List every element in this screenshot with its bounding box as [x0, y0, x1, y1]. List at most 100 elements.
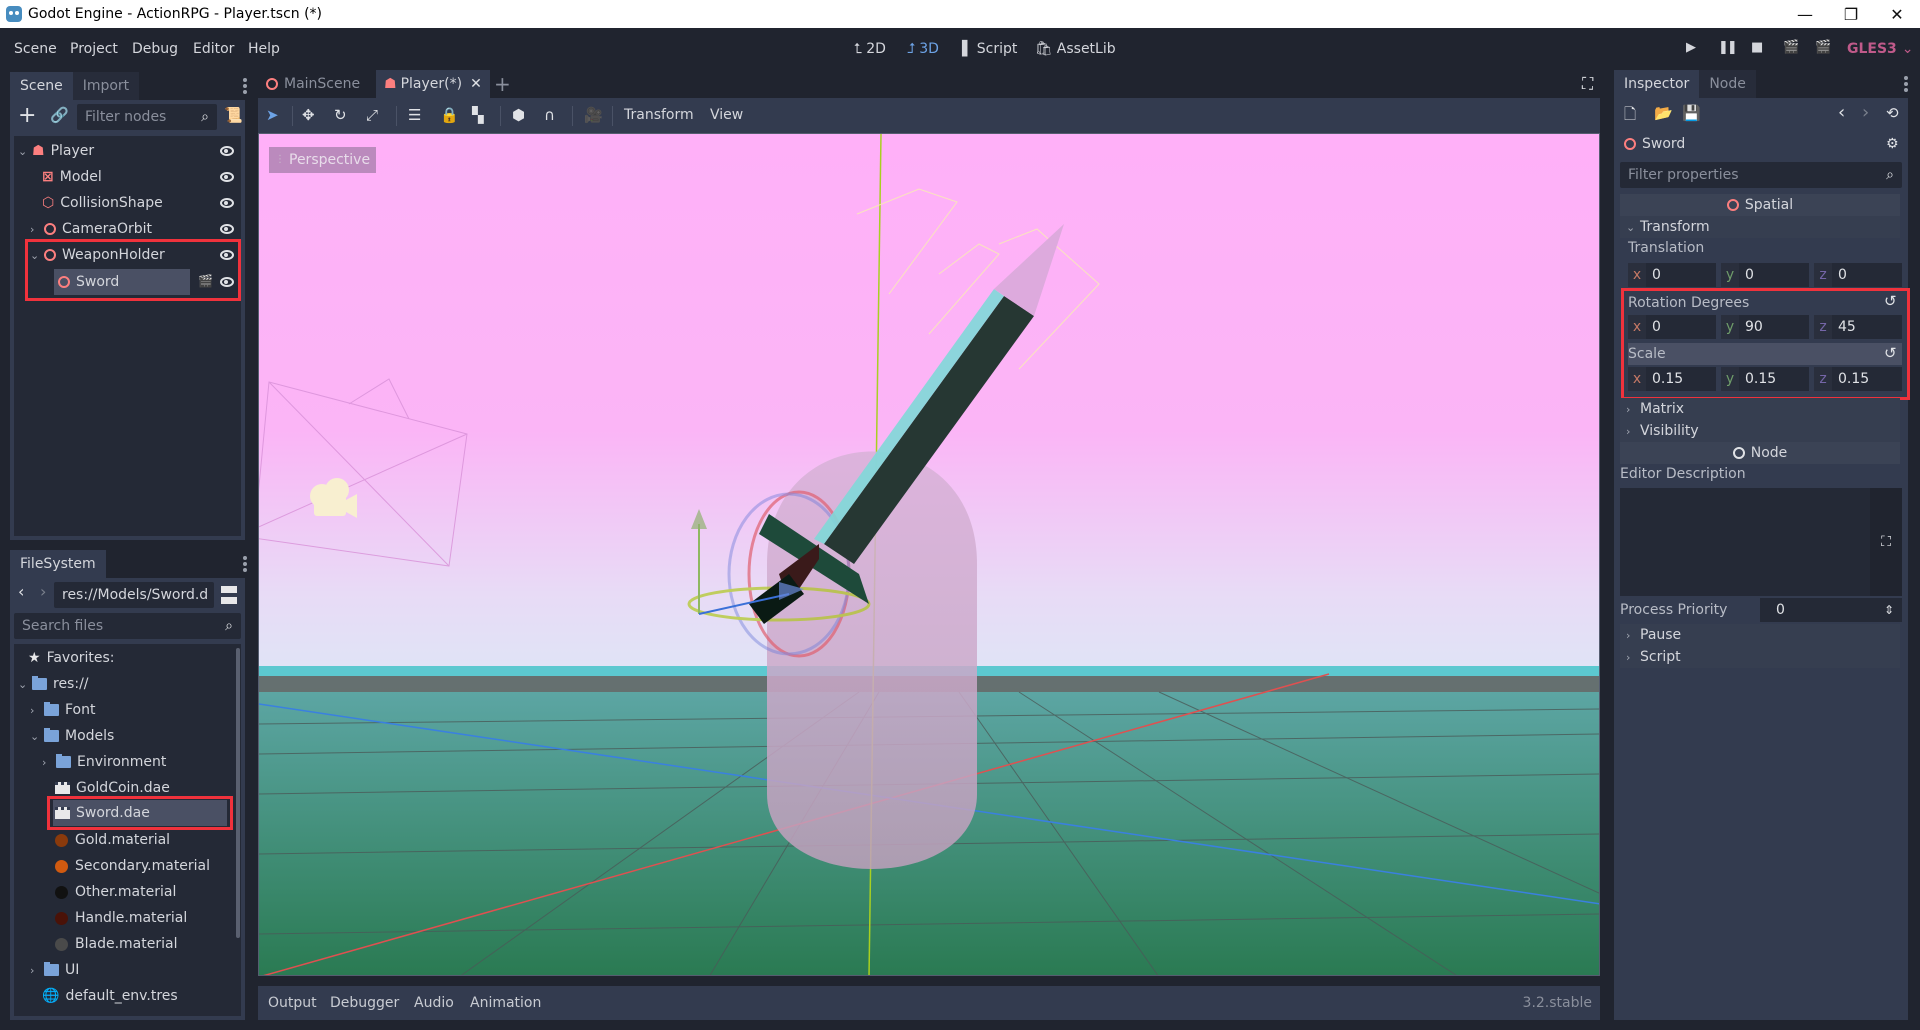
camera-preview-icon[interactable]: 🎥 — [584, 106, 603, 124]
file-item[interactable]: Blade.material — [55, 931, 177, 957]
list-select-icon[interactable]: ☰ — [408, 106, 421, 124]
dock-menu-icon[interactable] — [1904, 76, 1908, 92]
file-item-selected[interactable]: Sword.dae — [53, 800, 227, 826]
close-tab-icon[interactable]: ✕ — [470, 76, 482, 92]
new-resource-icon[interactable]: 🗋 — [1624, 104, 1636, 129]
history-back-icon[interactable]: ‹ — [1838, 102, 1845, 123]
add-node-icon[interactable]: + — [18, 103, 36, 128]
tab-scene[interactable]: Scene — [10, 72, 73, 100]
scale-y-field[interactable]: y 0.15 — [1721, 367, 1809, 391]
scale-tool-icon[interactable]: ⤢ — [366, 106, 378, 124]
close-window-button[interactable]: ✕ — [1874, 0, 1920, 28]
rotation-x-field[interactable]: x0 — [1628, 315, 1716, 339]
tab-animation[interactable]: Animation — [470, 995, 541, 1011]
menu-debug[interactable]: Debug — [132, 41, 178, 57]
3d-viewport[interactable]: ⋮ Perspective — [258, 133, 1600, 976]
back-icon[interactable]: ‹ — [18, 582, 24, 601]
move-tool-icon[interactable]: ✥ — [302, 106, 315, 124]
visibility-eye-icon[interactable] — [220, 250, 234, 260]
save-icon[interactable]: 💾 — [1682, 104, 1701, 122]
scale-z-field[interactable]: z 0.15 — [1814, 367, 1902, 391]
tab-mainscene[interactable]: MainScene — [258, 70, 368, 98]
menu-help[interactable]: Help — [248, 41, 280, 57]
tree-item-sword[interactable]: Sword — [54, 269, 190, 295]
forward-icon[interactable]: › — [40, 582, 46, 601]
split-view-icon[interactable] — [221, 586, 237, 604]
editor-description-textarea[interactable] — [1620, 488, 1870, 596]
chevron-down-icon[interactable]: ⌄ — [30, 249, 42, 262]
tree-item-collisionshape[interactable]: ⬡ CollisionShape — [42, 190, 163, 216]
visibility-eye-icon[interactable] — [220, 146, 234, 156]
pause-section[interactable]: › Pause — [1620, 624, 1900, 646]
matrix-section[interactable]: › Matrix — [1620, 398, 1900, 420]
tab-player[interactable]: ☗ Player(*) ✕ — [376, 70, 490, 98]
add-tab-icon[interactable]: + — [494, 72, 511, 96]
select-tool-icon[interactable]: ➤ — [266, 106, 279, 124]
chevron-right-icon[interactable]: › — [30, 223, 42, 236]
mode-2d-button[interactable]: ⮤ 2D — [854, 41, 886, 57]
lock-icon[interactable]: 🔒 — [440, 106, 459, 124]
file-item[interactable]: › Environment — [42, 749, 166, 775]
file-item[interactable]: Secondary.material — [55, 853, 210, 879]
mode-3d-button[interactable]: ⮥ 3D — [907, 41, 939, 57]
tab-output[interactable]: Output — [268, 995, 317, 1011]
rotation-z-field[interactable]: z 45 — [1814, 315, 1902, 339]
scrollbar[interactable] — [236, 648, 240, 938]
play-icon[interactable]: ▶ — [1686, 40, 1696, 55]
group-icon[interactable]: ▚ — [472, 106, 484, 124]
mode-script-button[interactable]: ▌ Script — [962, 41, 1017, 57]
tab-filesystem[interactable]: FileSystem — [10, 550, 106, 578]
link-icon[interactable]: 🔗 — [50, 106, 69, 124]
visibility-eye-icon[interactable] — [220, 172, 234, 182]
tree-item-player[interactable]: ⌄ ☗ Player — [18, 138, 94, 164]
visibility-section[interactable]: › Visibility — [1620, 420, 1900, 442]
perspective-menu[interactable]: ⋮ Perspective — [269, 147, 377, 173]
revert-icon[interactable]: ↺ — [1884, 292, 1897, 310]
pause-icon[interactable]: ❚❚ — [1718, 40, 1738, 55]
tree-item-weaponholder[interactable]: ⌄ WeaponHolder — [30, 242, 165, 268]
tree-item-model[interactable]: ⊠ Model — [42, 164, 102, 190]
object-properties-icon[interactable]: ⚙ — [1886, 136, 1899, 152]
history-forward-icon[interactable]: › — [1862, 102, 1869, 123]
history-icon[interactable]: ⟲ — [1886, 104, 1899, 122]
visibility-eye-icon[interactable] — [220, 224, 234, 234]
menu-view[interactable]: View — [710, 107, 743, 123]
file-item[interactable]: 🌐 default_env.tres — [42, 983, 178, 1009]
filter-nodes-input[interactable]: Filter nodes ⌕ — [77, 104, 217, 130]
translation-z-field[interactable]: z0 — [1814, 263, 1902, 287]
menu-editor[interactable]: Editor — [193, 41, 234, 57]
spin-arrows-icon[interactable]: ⇕ — [1884, 603, 1894, 617]
minimize-button[interactable]: — — [1782, 0, 1828, 28]
visibility-eye-icon[interactable] — [220, 277, 234, 287]
distraction-free-icon[interactable]: ⛶ — [1582, 74, 1593, 94]
script-section[interactable]: › Script — [1620, 646, 1900, 668]
file-item[interactable]: Gold.material — [55, 827, 170, 853]
menu-transform[interactable]: Transform — [624, 107, 694, 123]
tab-inspector[interactable]: Inspector — [1614, 70, 1700, 98]
filter-properties-input[interactable]: Filter properties ⌕ — [1620, 162, 1902, 188]
menu-project[interactable]: Project — [70, 41, 118, 57]
menu-scene[interactable]: Scene — [14, 41, 57, 57]
translation-y-field[interactable]: y0 — [1721, 263, 1809, 287]
search-files-input[interactable]: Search files ⌕ — [14, 613, 241, 639]
open-folder-icon[interactable]: 📂 — [1654, 104, 1673, 122]
local-space-icon[interactable]: ⬢ — [512, 106, 525, 124]
file-item[interactable]: › Font — [30, 697, 95, 723]
file-item[interactable]: Handle.material — [55, 905, 187, 931]
tab-node[interactable]: Node — [1699, 70, 1756, 98]
dock-menu-icon[interactable] — [243, 556, 247, 572]
file-item[interactable]: ⌄ Models — [30, 723, 114, 749]
file-item[interactable]: GoldCoin.dae — [55, 775, 170, 801]
expand-icon[interactable]: ⛶ — [1870, 488, 1902, 596]
tab-import[interactable]: Import — [72, 72, 140, 100]
translation-x-field[interactable]: x0 — [1628, 263, 1716, 287]
stop-icon[interactable]: ■ — [1751, 40, 1763, 55]
maximize-button[interactable]: ❐ — [1828, 0, 1874, 28]
tree-item-cameraorbit[interactable]: › CameraOrbit — [30, 216, 152, 242]
file-item[interactable]: Other.material — [55, 879, 176, 905]
scale-x-field[interactable]: x 0.15 — [1628, 367, 1716, 391]
snap-icon[interactable]: ∩ — [544, 106, 555, 124]
revert-icon[interactable]: ↺ — [1884, 344, 1897, 362]
rotation-y-field[interactable]: y 90 — [1721, 315, 1809, 339]
dock-menu-icon[interactable] — [243, 78, 247, 94]
